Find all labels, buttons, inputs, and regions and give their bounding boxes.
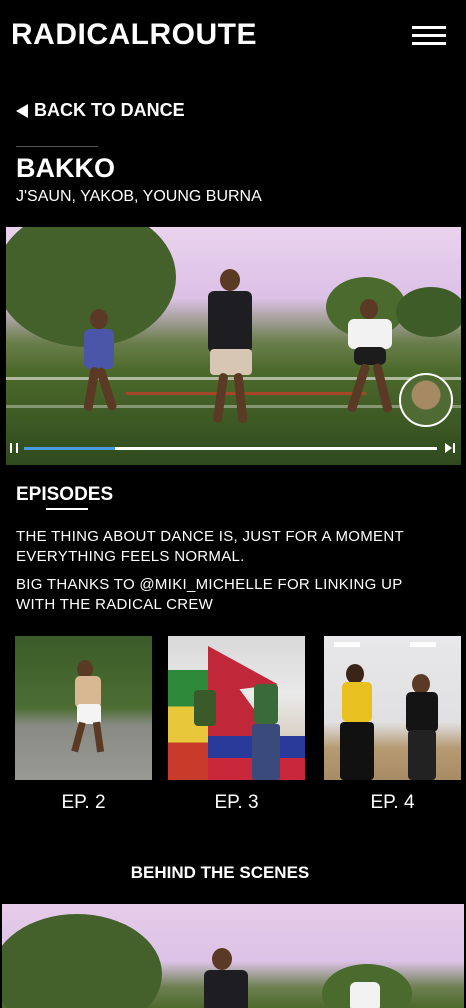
video-progress-played <box>24 447 115 450</box>
video-controls <box>6 443 461 455</box>
episodes-description: THE THING ABOUT DANCE IS, JUST FOR A MOM… <box>16 527 446 623</box>
episode-thumbnail[interactable] <box>168 636 305 780</box>
description-paragraph: BIG THANKS TO @MIKI_MICHELLE FOR LINKING… <box>16 576 403 613</box>
behind-the-scenes-heading: BEHIND THE SCENES <box>130 863 310 882</box>
hamburger-menu-icon[interactable] <box>412 26 448 46</box>
dance-title: BAKKO <box>16 153 115 183</box>
creator-avatar[interactable] <box>399 373 453 427</box>
site-header: RADICALROUTE <box>0 0 466 70</box>
main-video-player[interactable] <box>6 227 461 465</box>
back-link-label: BACK TO DANCE <box>34 100 185 120</box>
episodes-underline <box>46 508 88 510</box>
episodes-heading: EPISODES <box>16 484 114 505</box>
episode-label[interactable]: EP. 3 <box>168 791 305 815</box>
episode-card-ep4[interactable]: EP. 4 <box>324 636 461 815</box>
pause-icon[interactable] <box>10 443 18 453</box>
next-icon[interactable] <box>445 443 455 453</box>
episode-thumbnail[interactable] <box>15 636 152 780</box>
dance-artists: J'SAUN, YAKOB, YOUNG BURNA <box>16 188 262 205</box>
divider <box>16 146 98 147</box>
video-progress-bar[interactable] <box>24 447 437 450</box>
back-arrow-icon <box>16 103 28 118</box>
site-logo[interactable]: RADICALROUTE <box>11 17 257 53</box>
description-paragraph: THE THING ABOUT DANCE IS, JUST FOR A MOM… <box>16 528 404 565</box>
episode-card-ep2[interactable]: EP. 2 <box>15 636 152 815</box>
episode-label[interactable]: EP. 4 <box>324 791 461 815</box>
episode-card-ep3[interactable]: EP. 3 <box>168 636 305 815</box>
back-to-dance-link[interactable]: BACK TO DANCE <box>16 100 185 121</box>
video-frame <box>6 227 461 465</box>
episode-label[interactable]: EP. 2 <box>15 791 152 815</box>
episode-thumbnail[interactable] <box>324 636 461 780</box>
behind-the-scenes-video[interactable] <box>2 904 464 1008</box>
